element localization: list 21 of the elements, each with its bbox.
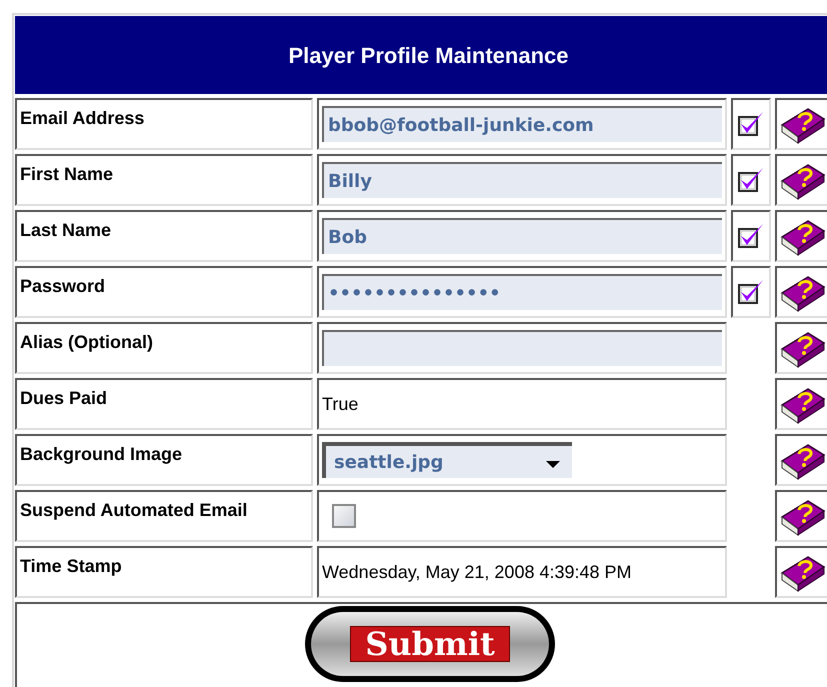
text-field[interactable]: ••••••••••••••• — [322, 274, 722, 310]
field-label: Time Stamp — [20, 556, 122, 576]
submit-button[interactable]: Submit — [305, 606, 555, 682]
checkbox[interactable] — [332, 504, 356, 528]
dropdown[interactable]: seattle.jpg — [322, 442, 572, 478]
page-title: Player Profile Maintenance — [288, 42, 568, 70]
field-label: Alias (Optional) — [20, 332, 154, 352]
text-field[interactable]: Bob — [322, 218, 722, 254]
field-label: Dues Paid — [20, 388, 108, 408]
field-value: True — [322, 392, 358, 416]
field-label: Password — [20, 276, 106, 296]
caret-icon — [546, 460, 560, 468]
field-value: Wednesday, May 21, 2008 4:39:48 PM — [322, 560, 632, 584]
text-field[interactable]: bbob@football-junkie.com — [322, 106, 722, 142]
text-field[interactable] — [322, 330, 722, 366]
field-label: Last Name — [20, 220, 112, 240]
field-label: Background Image — [20, 444, 182, 464]
text-field[interactable]: Billy — [322, 162, 722, 198]
field-label: Email Address — [20, 108, 144, 128]
field-label: Suspend Automated Email — [20, 500, 248, 520]
field-label: First Name — [20, 164, 114, 184]
